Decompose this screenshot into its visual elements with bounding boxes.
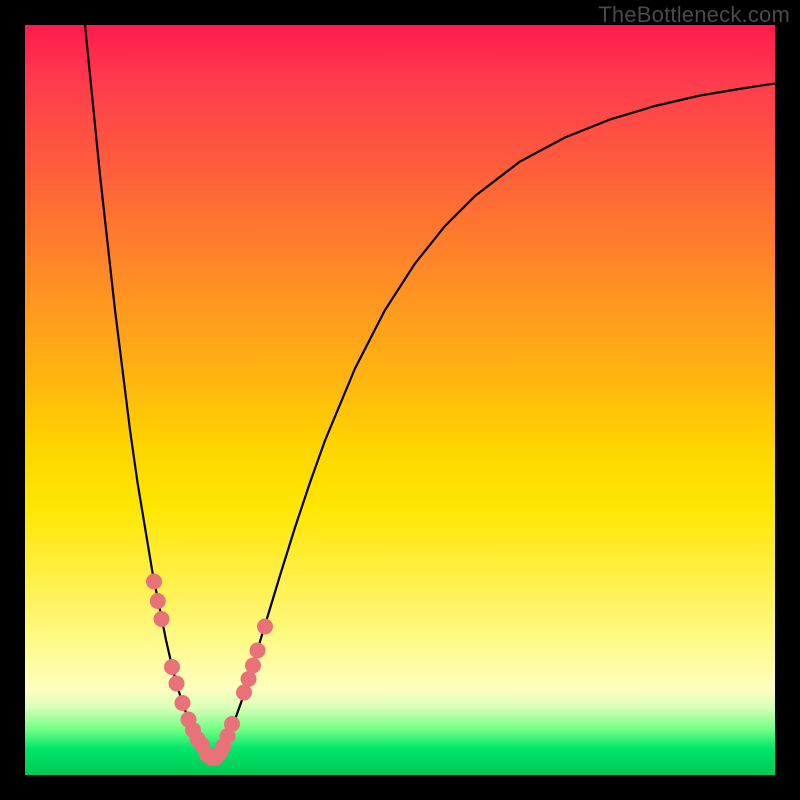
dots-left: [146, 574, 210, 754]
watermark-text: TheBottleneck.com: [598, 2, 790, 28]
data-point: [164, 659, 180, 675]
data-point: [224, 716, 240, 732]
data-point: [250, 643, 266, 659]
data-point: [175, 695, 191, 711]
dots-right: [215, 619, 273, 755]
dots-bottom: [199, 745, 229, 766]
data-point: [212, 745, 228, 761]
plot-frame: [25, 25, 775, 775]
data-point: [146, 574, 162, 590]
data-point: [154, 611, 170, 627]
data-point: [245, 658, 261, 674]
data-point: [169, 676, 185, 692]
curve-right: [214, 84, 775, 759]
bottleneck-curve-chart: [25, 25, 775, 775]
data-point: [257, 619, 273, 635]
curve-left: [85, 25, 214, 759]
data-point: [150, 593, 166, 609]
